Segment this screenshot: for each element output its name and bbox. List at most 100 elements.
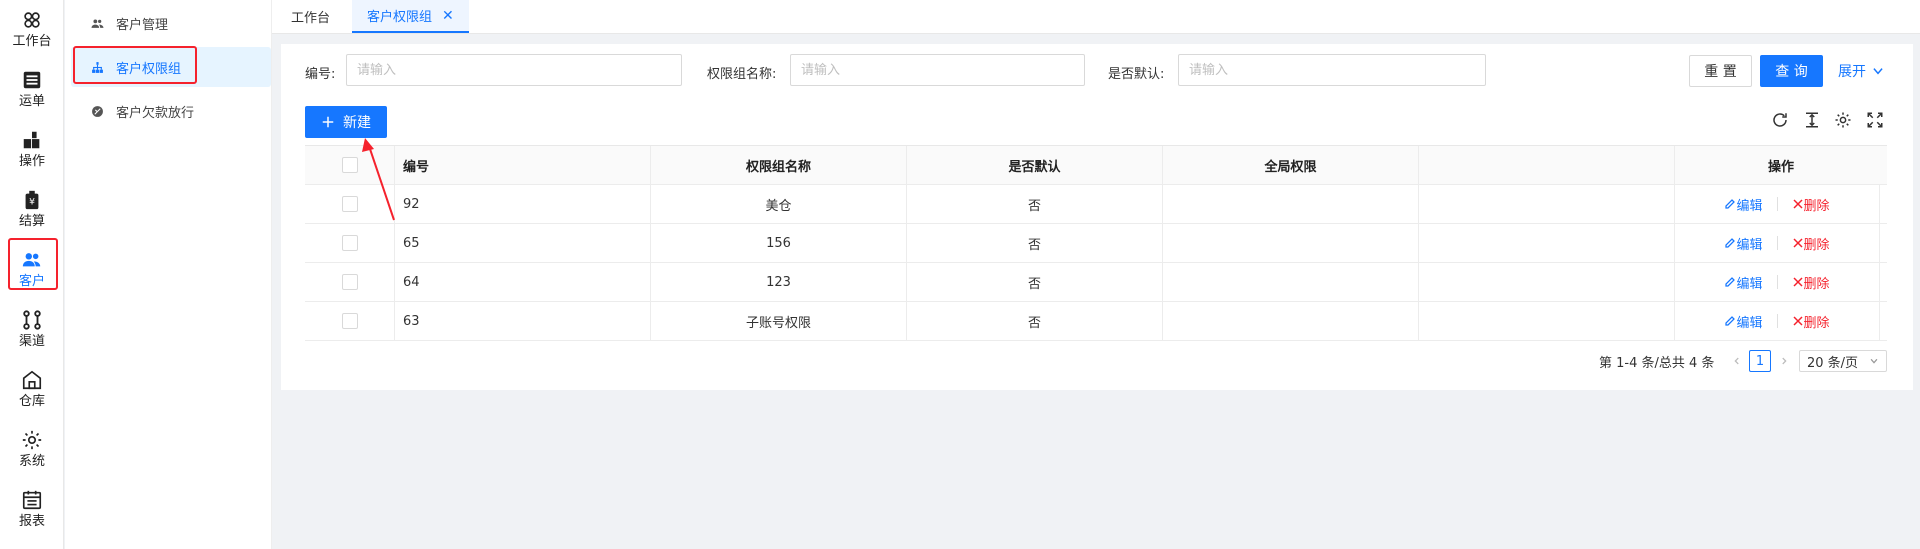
divider	[1776, 275, 1778, 289]
warehouse-icon	[22, 370, 42, 389]
reset-button[interactable]: 重 置	[1689, 55, 1752, 87]
tab-permission-group[interactable]: 客户权限组 ✕	[352, 0, 469, 33]
rail-item-warehouse[interactable]: 仓库	[0, 360, 64, 418]
row-select-cell	[305, 302, 395, 340]
prev-page-button[interactable]	[1729, 350, 1745, 372]
cell-default: 否	[907, 224, 1163, 262]
plus-icon	[322, 116, 334, 128]
chevron-down-icon	[1873, 68, 1883, 75]
row-select-cell	[305, 185, 395, 223]
row-checkbox[interactable]	[341, 196, 358, 212]
divider	[1776, 197, 1778, 211]
highlight-box	[8, 238, 58, 290]
rail-item-channel[interactable]: 渠道	[0, 300, 64, 358]
row-select-cell	[305, 263, 395, 301]
page-1-button[interactable]: 1	[1749, 350, 1771, 372]
delete-button[interactable]: 删除	[1792, 312, 1830, 331]
close-icon	[1792, 238, 1803, 248]
rail-item-system[interactable]: 系统	[0, 420, 64, 478]
main-nav-rail: 工作台 运单 操作 ¥ 结算 客户 渠道 仓库 系统 报表	[0, 0, 64, 549]
cell-code: 65	[395, 224, 651, 262]
table-row: 65 156 否 编辑 删除	[305, 224, 1887, 263]
new-button[interactable]: 新建	[305, 106, 387, 138]
users-icon	[91, 18, 104, 28]
expand-button[interactable]: 展开	[1838, 61, 1885, 81]
rail-label: 系统	[18, 453, 45, 469]
table-header-row: 编号 权限组名称 是否默认 全局权限 操作	[305, 146, 1887, 185]
chevron-left-icon	[1734, 357, 1739, 365]
rail-item-operation[interactable]: 操作	[0, 120, 64, 178]
cell-code: 92	[395, 185, 651, 223]
channel-icon	[23, 309, 41, 330]
close-icon[interactable]: ✕	[442, 8, 454, 24]
row-checkbox[interactable]	[341, 274, 358, 290]
name-filter-label: 权限组名称:	[707, 67, 777, 82]
expand-label: 展开	[1838, 64, 1866, 80]
cell-default: 否	[907, 185, 1163, 223]
cell-operation: 编辑 删除	[1675, 263, 1880, 301]
page-size-select[interactable]: 20 条/页	[1799, 350, 1887, 372]
header-group-name: 权限组名称	[651, 146, 907, 184]
rail-label: 报表	[18, 513, 45, 529]
row-checkbox[interactable]	[341, 235, 358, 251]
sub-item-label: 客户管理	[116, 17, 169, 33]
next-page-button[interactable]	[1776, 350, 1792, 372]
code-input[interactable]	[346, 54, 682, 86]
is-default-input[interactable]	[1178, 54, 1486, 86]
delete-button[interactable]: 删除	[1792, 195, 1830, 214]
table-row: 63 子账号权限否 编辑 删除	[305, 302, 1887, 341]
header-empty	[1419, 146, 1675, 184]
rail-item-waybill[interactable]: 运单	[0, 60, 64, 118]
pagination-summary: 第 1-4 条/总共 4 条	[1599, 356, 1715, 371]
group-name-input[interactable]	[790, 54, 1085, 86]
sub-nav: 客户管理 客户权限组 客户欠款放行	[65, 0, 272, 549]
density-button[interactable]	[1803, 111, 1821, 129]
sub-item-arrears-release[interactable]: 客户欠款放行	[71, 91, 271, 131]
delete-label: 删除	[1803, 276, 1830, 292]
delete-button[interactable]: 删除	[1792, 234, 1830, 253]
refresh-icon	[1773, 113, 1787, 127]
edit-label: 编辑	[1736, 276, 1763, 292]
refresh-button[interactable]	[1771, 111, 1789, 129]
rail-item-workbench[interactable]: 工作台	[0, 0, 64, 58]
settlement-icon: ¥	[25, 190, 39, 209]
edit-button[interactable]: 编辑	[1724, 312, 1763, 331]
row-select-cell	[305, 224, 395, 262]
rail-item-report[interactable]: 报表	[0, 480, 64, 538]
cell-name: 156	[651, 224, 907, 262]
cell-extra	[1419, 185, 1675, 223]
cell-global	[1163, 302, 1419, 340]
release-icon	[92, 105, 103, 117]
query-button[interactable]: 查 询	[1760, 55, 1823, 87]
delete-label: 删除	[1803, 198, 1830, 214]
edit-button[interactable]: 编辑	[1724, 273, 1763, 292]
delete-label: 删除	[1803, 315, 1830, 331]
cell-default: 否	[907, 302, 1163, 340]
row-checkbox[interactable]	[341, 313, 358, 329]
edit-icon	[1725, 316, 1736, 326]
sub-item-customer-management[interactable]: 客户管理	[71, 3, 271, 43]
rail-label: 结算	[18, 213, 45, 229]
delete-label: 删除	[1803, 237, 1830, 253]
delete-button[interactable]: 删除	[1792, 273, 1830, 292]
sub-item-label: 客户欠款放行	[116, 105, 195, 121]
edit-icon	[1725, 238, 1736, 248]
fullscreen-button[interactable]	[1866, 111, 1884, 129]
chevron-down-icon	[1870, 358, 1878, 364]
edit-button[interactable]: 编辑	[1724, 234, 1763, 253]
cell-code: 64	[395, 263, 651, 301]
rail-label: 运单	[18, 93, 45, 109]
rail-item-settlement[interactable]: ¥ 结算	[0, 180, 64, 238]
table-row: 64 123 否 编辑 删除	[305, 263, 1887, 302]
column-settings-button[interactable]	[1834, 111, 1852, 129]
header-operation: 操作	[1767, 159, 1794, 175]
cell-global	[1163, 185, 1419, 223]
operation-icon	[23, 131, 40, 148]
tab-workbench[interactable]: 工作台	[276, 0, 345, 33]
gear-icon	[1835, 112, 1851, 128]
close-icon	[1792, 277, 1803, 287]
edit-button[interactable]: 编辑	[1724, 195, 1763, 214]
cell-default: 否	[907, 263, 1163, 301]
select-all-checkbox[interactable]	[341, 157, 358, 173]
header-global-permission: 全局权限	[1163, 146, 1419, 184]
